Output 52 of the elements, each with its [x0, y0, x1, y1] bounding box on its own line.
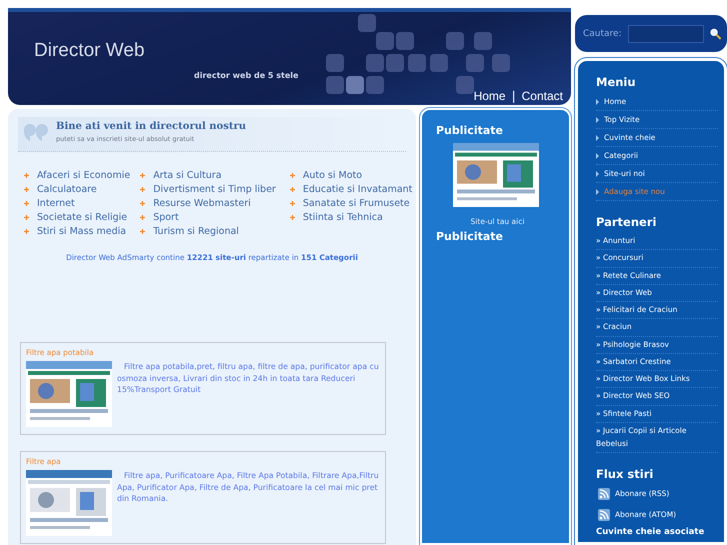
- star-icon: [24, 229, 29, 234]
- section-heading: Parteneri: [596, 215, 658, 229]
- nav-link[interactable]: Home: [474, 89, 506, 103]
- site-title: Director Web: [34, 40, 146, 62]
- section-heading: Flux stiri: [596, 466, 654, 481]
- arrow-icon: [596, 134, 599, 140]
- star-icon: [24, 215, 29, 220]
- arrow-icon: [596, 98, 599, 104]
- category-link[interactable]: Educatie si Invatamant: [290, 184, 412, 195]
- star-icon: [24, 187, 29, 192]
- arrow-icon: [596, 170, 599, 176]
- category-link[interactable]: Afaceri si Economie: [24, 170, 130, 181]
- star-icon: [140, 173, 146, 178]
- category-link[interactable]: Resurse Webmasteri: [140, 198, 276, 209]
- search-field[interactable]: [628, 24, 704, 42]
- star-icon: [290, 187, 295, 192]
- rss-icon: [598, 488, 610, 500]
- arrow-icon: [596, 116, 599, 122]
- star-icon: [140, 201, 146, 206]
- star-icon: [24, 201, 29, 206]
- category-link[interactable]: Calculatoare: [24, 184, 130, 195]
- star-icon: [290, 201, 295, 206]
- separator: |: [512, 89, 516, 103]
- category-link[interactable]: Stiri si Mass media: [24, 226, 130, 237]
- category-link[interactable]: Internet: [24, 198, 130, 209]
- star-icon: [140, 229, 146, 234]
- category-link[interactable]: Auto si Moto: [290, 170, 412, 181]
- arrow-icon: [596, 188, 599, 194]
- section-heading: Meniu: [596, 75, 637, 89]
- tagline: director web de 5 stele: [194, 71, 300, 80]
- ad-heading: Publicitate: [436, 230, 504, 243]
- star-icon: [290, 173, 295, 178]
- rss-icon: [598, 508, 610, 521]
- search-label: Cautare:: [583, 28, 622, 38]
- welcome-title: Bine ati venit in directorul nostru: [56, 121, 246, 132]
- arrow-icon: [596, 152, 599, 158]
- star-icon: [290, 215, 295, 220]
- category-link[interactable]: Sanatate si Frumusete: [290, 198, 412, 209]
- category-link[interactable]: Divertisment si Timp liber: [140, 184, 276, 195]
- star-icon: [140, 187, 146, 192]
- star-icon: [24, 173, 29, 178]
- category-link[interactable]: Arta si Cultura: [140, 170, 276, 181]
- category-link[interactable]: Societate si Religie: [24, 212, 130, 223]
- category-link[interactable]: Turism si Regional: [140, 226, 276, 237]
- quote-icon: [22, 121, 48, 143]
- star-icon: [140, 215, 146, 220]
- nav-link[interactable]: Contact: [522, 89, 563, 103]
- search-icon[interactable]: [710, 26, 721, 40]
- category-link[interactable]: Stiinta si Tehnica: [290, 212, 412, 223]
- section-heading: Cuvinte cheie asociate: [596, 526, 706, 537]
- ad-heading: Publicitate: [436, 124, 504, 137]
- category-link[interactable]: Sport: [140, 212, 276, 223]
